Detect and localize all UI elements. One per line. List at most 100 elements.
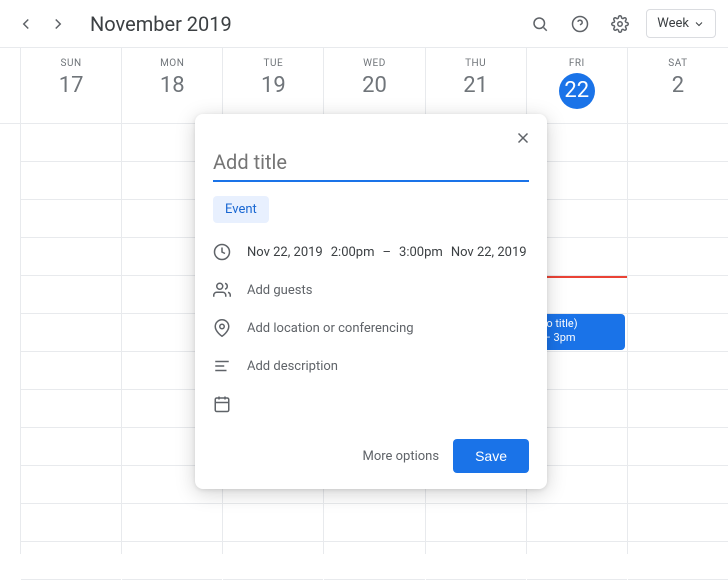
hour-cell[interactable] bbox=[324, 542, 424, 580]
day-label: MON bbox=[122, 58, 222, 69]
hour-cell[interactable] bbox=[628, 352, 728, 390]
day-label: SUN bbox=[21, 58, 121, 69]
nav-arrows bbox=[12, 10, 72, 38]
settings-button[interactable] bbox=[606, 10, 634, 38]
people-icon bbox=[213, 281, 231, 299]
day-header[interactable]: MON 18 bbox=[121, 48, 222, 123]
day-header[interactable]: FRI 22 bbox=[526, 48, 627, 123]
datetime-row[interactable]: Nov 22, 2019 2:00pm – 3:00pm Nov 22, 201… bbox=[213, 233, 529, 271]
hour-cell[interactable] bbox=[527, 542, 627, 580]
day-number: 21 bbox=[426, 73, 526, 98]
hour-cell[interactable] bbox=[21, 314, 121, 352]
hour-cell[interactable] bbox=[21, 542, 121, 580]
days-header: SUN 17MON 18TUE 19WED 20THU 21FRI 22 SAT2 bbox=[0, 48, 728, 124]
location-icon bbox=[213, 319, 231, 337]
event-title: (No title) bbox=[535, 317, 619, 331]
day-number: 19 bbox=[223, 73, 323, 98]
event-type-row: Event bbox=[213, 196, 529, 223]
guests-row[interactable]: Add guests bbox=[213, 271, 529, 309]
header: November 2019 Week bbox=[0, 0, 728, 48]
day-label: THU bbox=[426, 58, 526, 69]
header-right: Week bbox=[526, 9, 716, 38]
guests-label: Add guests bbox=[247, 283, 312, 298]
hour-cell[interactable] bbox=[426, 542, 526, 580]
hour-cell[interactable] bbox=[628, 428, 728, 466]
view-selector[interactable]: Week bbox=[646, 9, 716, 38]
day-header[interactable]: SUN 17 bbox=[20, 48, 121, 123]
time-gutter-header bbox=[0, 48, 20, 123]
hour-cell[interactable] bbox=[21, 200, 121, 238]
hour-cell[interactable] bbox=[426, 504, 526, 542]
day-number: 18 bbox=[122, 73, 222, 98]
chevron-right-icon bbox=[49, 15, 67, 33]
day-number: 17 bbox=[21, 73, 121, 98]
location-row[interactable]: Add location or conferencing bbox=[213, 309, 529, 347]
day-label: WED bbox=[324, 58, 424, 69]
datetime-text: Nov 22, 2019 2:00pm – 3:00pm Nov 22, 201… bbox=[247, 245, 527, 260]
hour-cell[interactable] bbox=[628, 124, 728, 162]
title-input[interactable] bbox=[213, 144, 529, 182]
prev-button[interactable] bbox=[12, 10, 40, 38]
day-label: TUE bbox=[223, 58, 323, 69]
close-icon bbox=[514, 129, 532, 147]
hour-cell[interactable] bbox=[21, 352, 121, 390]
hour-cell[interactable] bbox=[21, 124, 121, 162]
hour-cell[interactable] bbox=[21, 276, 121, 314]
hour-cell[interactable] bbox=[324, 504, 424, 542]
hour-cell[interactable] bbox=[628, 276, 728, 314]
day-label: FRI bbox=[527, 58, 627, 69]
grid-column[interactable] bbox=[627, 124, 728, 554]
day-number: 20 bbox=[324, 73, 424, 98]
search-icon bbox=[531, 15, 549, 33]
more-options-button[interactable]: More options bbox=[362, 449, 439, 464]
hour-cell[interactable] bbox=[122, 504, 222, 542]
hour-cell[interactable] bbox=[628, 314, 728, 352]
gear-icon bbox=[611, 15, 629, 33]
location-label: Add location or conferencing bbox=[247, 321, 414, 336]
description-icon bbox=[213, 357, 231, 375]
clock-icon bbox=[213, 243, 231, 261]
day-header[interactable]: TUE 19 bbox=[222, 48, 323, 123]
day-header[interactable]: THU 21 bbox=[425, 48, 526, 123]
page-title: November 2019 bbox=[90, 12, 232, 36]
time-gutter bbox=[0, 124, 20, 554]
next-button[interactable] bbox=[44, 10, 72, 38]
hour-cell[interactable] bbox=[628, 238, 728, 276]
chevron-down-icon bbox=[693, 18, 705, 30]
hour-cell[interactable] bbox=[21, 466, 121, 504]
close-button[interactable] bbox=[509, 124, 537, 152]
calendar-icon bbox=[213, 395, 231, 413]
hour-cell[interactable] bbox=[21, 428, 121, 466]
hour-cell[interactable] bbox=[223, 504, 323, 542]
day-number: 22 bbox=[559, 73, 595, 109]
hour-cell[interactable] bbox=[527, 504, 627, 542]
event-time: 2 – 3pm bbox=[535, 331, 619, 345]
hour-cell[interactable] bbox=[21, 390, 121, 428]
hour-cell[interactable] bbox=[122, 542, 222, 580]
help-icon bbox=[571, 15, 589, 33]
description-row[interactable]: Add description bbox=[213, 347, 529, 385]
hour-cell[interactable] bbox=[628, 542, 728, 580]
hour-cell[interactable] bbox=[223, 542, 323, 580]
chevron-left-icon bbox=[17, 15, 35, 33]
hour-cell[interactable] bbox=[21, 504, 121, 542]
hour-cell[interactable] bbox=[21, 238, 121, 276]
hour-cell[interactable] bbox=[628, 162, 728, 200]
hour-cell[interactable] bbox=[628, 200, 728, 238]
help-button[interactable] bbox=[566, 10, 594, 38]
day-header[interactable]: SAT2 bbox=[627, 48, 728, 123]
description-label: Add description bbox=[247, 359, 338, 374]
hour-cell[interactable] bbox=[21, 162, 121, 200]
hour-cell[interactable] bbox=[628, 466, 728, 504]
hour-cell[interactable] bbox=[628, 390, 728, 428]
calendar-row[interactable] bbox=[213, 385, 529, 423]
hour-cell[interactable] bbox=[628, 504, 728, 542]
grid-column[interactable] bbox=[20, 124, 121, 554]
modal-footer: More options Save bbox=[213, 439, 529, 473]
day-label: SAT bbox=[628, 58, 728, 69]
view-label: Week bbox=[657, 16, 689, 31]
event-chip[interactable]: Event bbox=[213, 196, 269, 223]
save-button[interactable]: Save bbox=[453, 439, 529, 473]
search-button[interactable] bbox=[526, 10, 554, 38]
day-header[interactable]: WED 20 bbox=[323, 48, 424, 123]
